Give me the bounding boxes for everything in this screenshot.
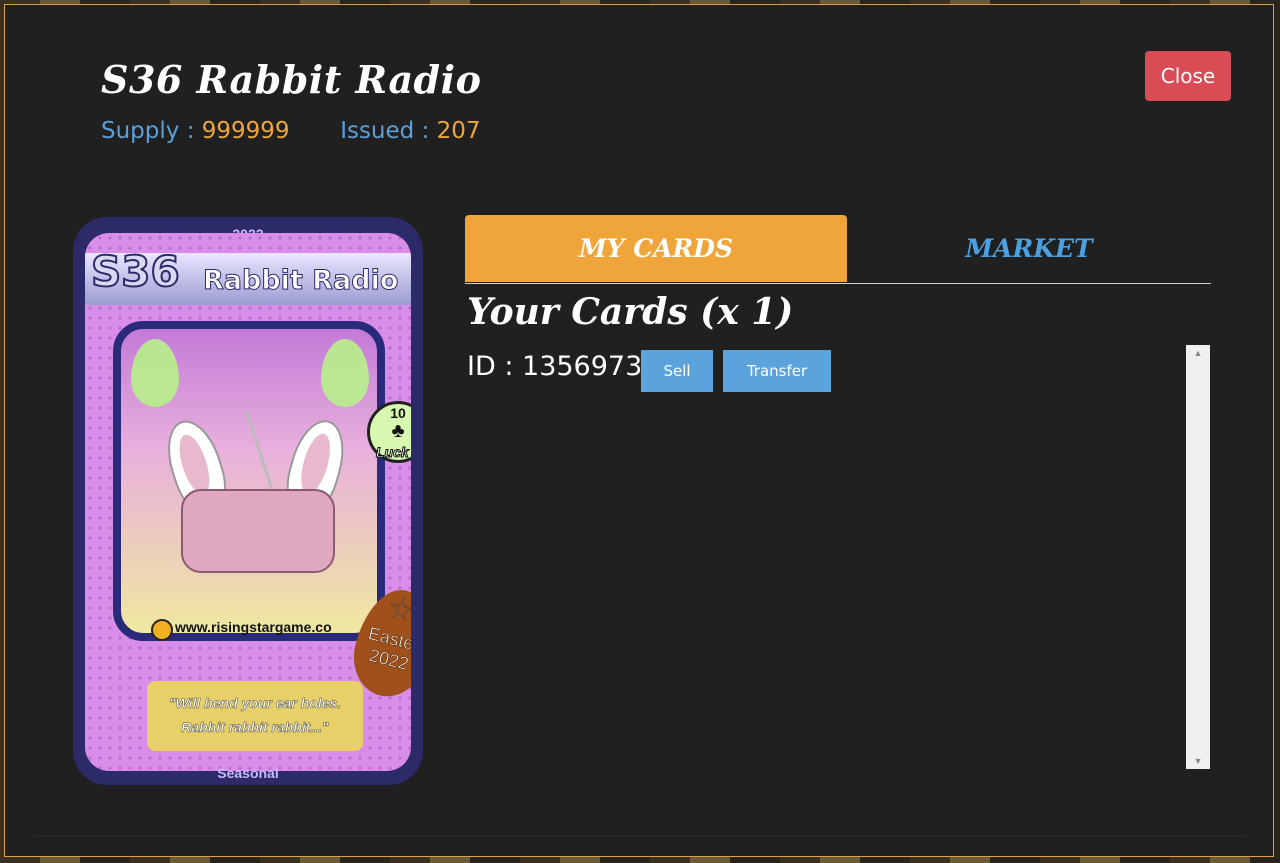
supply-label: Supply : xyxy=(101,118,195,144)
cards-scrollbar[interactable]: ▲ ▼ xyxy=(1186,345,1210,769)
card-id: ID : 1356973 xyxy=(467,351,643,382)
card-face: S36 Rabbit Radio 10 ♣ Luck www.risingsta… xyxy=(85,233,411,771)
tab-my-cards[interactable]: MY CARDS xyxy=(465,215,847,282)
card-type: Seasonal xyxy=(217,765,279,781)
egg-decoration xyxy=(131,339,179,407)
your-cards-heading: Your Cards (x 1) xyxy=(467,291,794,333)
quote-line1: "Will bend your ear holes. xyxy=(168,695,342,712)
radio-antenna xyxy=(245,410,276,498)
tab-bar: MY CARDS MARKET xyxy=(465,215,1211,284)
scroll-up-icon[interactable]: ▲ xyxy=(1186,345,1210,361)
star-icon xyxy=(151,619,173,641)
tab-market[interactable]: MARKET xyxy=(847,215,1211,282)
card-name: Rabbit Radio xyxy=(202,265,399,297)
card-website: www.risingstargame.co xyxy=(175,619,332,635)
card-code: S36 xyxy=(90,246,181,297)
card-artwork xyxy=(113,321,385,641)
footer-divider xyxy=(35,835,1245,836)
card-stats: Supply : 999999 Issued : 207 xyxy=(101,118,481,144)
issued-value: 207 xyxy=(436,118,481,144)
card-title: S36 Rabbit Radio xyxy=(101,57,482,102)
quote-line2: Rabbit rabbit rabbit..." xyxy=(181,719,329,736)
sell-button[interactable]: Sell xyxy=(641,350,713,392)
egg-decoration xyxy=(321,339,369,407)
card-quote: "Will bend your ear holes. Rabbit rabbit… xyxy=(147,681,363,751)
supply-value: 999999 xyxy=(201,118,290,144)
card-image: 2022 S36 Rabbit Radio 10 ♣ Luck www.risi… xyxy=(73,217,423,785)
issued-label: Issued : xyxy=(340,118,430,144)
close-button[interactable]: Close xyxy=(1145,51,1231,101)
clover-icon: ♣ xyxy=(391,420,405,442)
transfer-button[interactable]: Transfer xyxy=(723,350,831,392)
card-detail-modal: S36 Rabbit Radio Supply : 999999 Issued … xyxy=(4,4,1274,857)
radio-illustration xyxy=(181,489,335,573)
scroll-down-icon[interactable]: ▼ xyxy=(1186,753,1210,769)
luck-label: Luck xyxy=(376,444,410,461)
